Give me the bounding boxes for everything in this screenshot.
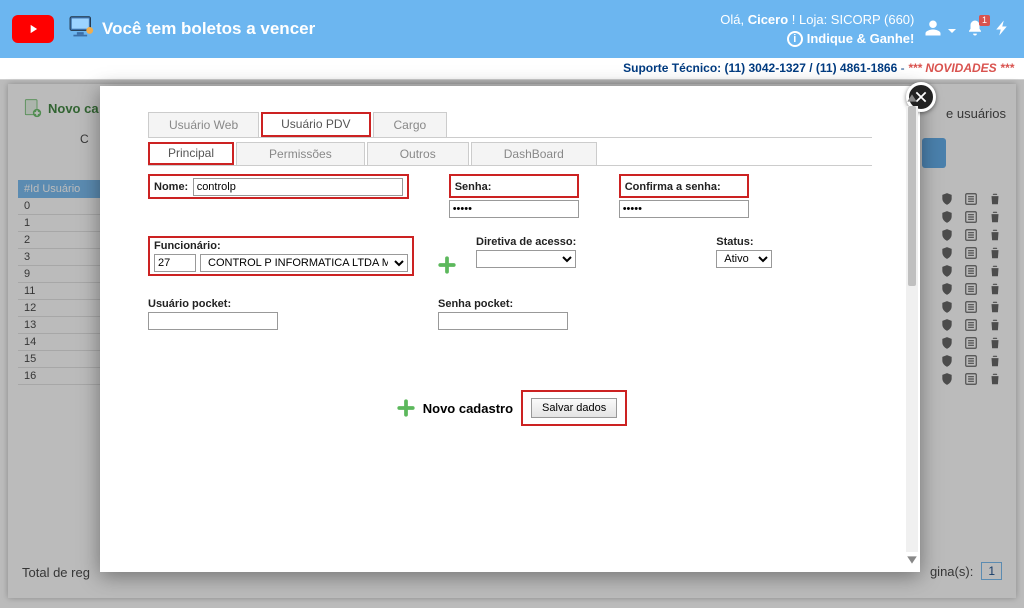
senha-label: Senha: (455, 181, 492, 193)
nome-label: Nome: (154, 181, 188, 193)
bolt-icon[interactable] (994, 19, 1012, 40)
senha-input[interactable] (449, 200, 579, 218)
scroll-down-icon[interactable] (906, 554, 918, 566)
notification-badge: 1 (979, 15, 990, 26)
greeting-text: Olá, (720, 12, 747, 27)
status-select[interactable]: Ativo (716, 250, 772, 268)
funcionario-select[interactable]: CONTROL P INFORMATICA LTDA ME (200, 254, 408, 272)
modal-dialog: Usuário Web Usuário PDV Cargo Principal … (100, 86, 920, 572)
novidades-link[interactable]: NOVIDADES (925, 61, 996, 75)
novo-cadastro-button[interactable]: Novo cadastro (423, 401, 513, 416)
senha-pocket-input[interactable] (438, 312, 568, 330)
salvar-dados-button[interactable]: Salvar dados (531, 398, 617, 418)
page-title: Você tem boletos a vencer (102, 19, 315, 39)
support-line: Suporte Técnico: (11) 3042-1327 / (11) 4… (0, 58, 1024, 80)
modal-scrollbar[interactable] (906, 106, 918, 552)
user-menu[interactable] (924, 19, 956, 40)
tab-usuario-pdv[interactable]: Usuário PDV (261, 112, 370, 137)
tab-usuario-web[interactable]: Usuário Web (148, 112, 259, 137)
info-icon: i (787, 31, 803, 47)
confirma-senha-input[interactable] (619, 200, 749, 218)
support-label: Suporte Técnico: (623, 61, 724, 75)
tab-dashboard[interactable]: DashBoard (471, 142, 597, 165)
youtube-logo[interactable] (12, 15, 54, 43)
tab-outros[interactable]: Outros (367, 142, 469, 165)
tab-principal[interactable]: Principal (148, 142, 234, 165)
add-funcionario-icon[interactable] (438, 256, 456, 274)
funcionario-id-input[interactable] (154, 254, 196, 272)
plus-icon (397, 399, 415, 417)
notifications-button[interactable]: 1 (966, 19, 984, 40)
stars-left: *** (908, 61, 925, 75)
greeting-store: ! Loja: SICORP (660) (788, 12, 914, 27)
funcionario-label: Funcionário: (154, 240, 408, 252)
scroll-up-icon[interactable] (906, 92, 918, 104)
usuario-pocket-label: Usuário pocket: (148, 298, 278, 310)
indique-ganhe-link[interactable]: i Indique & Ganhe! (720, 31, 914, 47)
monitor-icon (68, 15, 102, 44)
confirma-senha-label: Confirma a senha: (625, 181, 721, 193)
diretiva-select[interactable] (476, 250, 576, 268)
nome-input[interactable] (193, 178, 403, 196)
usuario-pocket-input[interactable] (148, 312, 278, 330)
greeting-user: Cicero (748, 12, 788, 27)
senha-pocket-label: Senha pocket: (438, 298, 568, 310)
support-phones: (11) 3042-1327 / (11) 4861-1866 (724, 61, 897, 75)
tab-permissoes[interactable]: Permissões (236, 142, 365, 165)
stars-right: *** (997, 61, 1014, 75)
tab-cargo[interactable]: Cargo (373, 112, 448, 137)
indique-label: Indique & Ganhe! (807, 31, 915, 46)
diretiva-label: Diretiva de acesso: (476, 236, 576, 248)
support-sep: - (897, 61, 908, 75)
status-label: Status: (716, 236, 772, 248)
